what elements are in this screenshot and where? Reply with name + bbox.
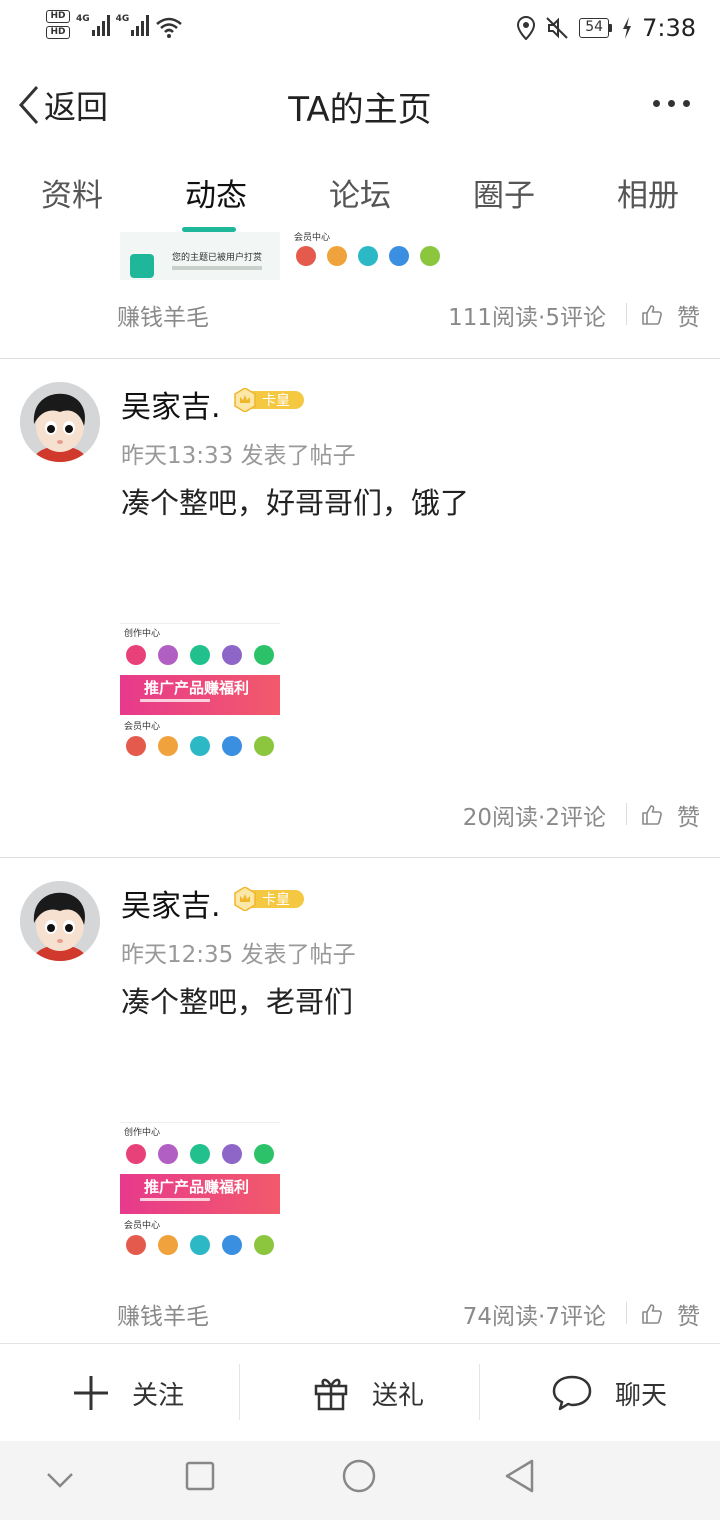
- divider: [626, 803, 627, 825]
- hd-voice-1-icon: HD: [46, 10, 70, 23]
- wifi-icon: [156, 17, 183, 38]
- thumbnail-banner-text: 推广产品赚福利: [144, 679, 250, 697]
- title-bar: 返回 TA的主页: [0, 64, 720, 148]
- dot-icon: [668, 100, 675, 107]
- thumbnail-notice-text: 您的主题已被用户打赏: [172, 253, 263, 263]
- divider: [626, 303, 627, 325]
- thumbnail-section-label: 会员中心: [124, 1221, 161, 1231]
- dot-icon: [683, 100, 690, 107]
- thumbnail-section-label: 创作中心: [124, 629, 161, 639]
- send-gift-button[interactable]: 送礼: [312, 1344, 424, 1442]
- thumbnail-section-label: 创作中心: [124, 1128, 161, 1138]
- back-triangle-icon[interactable]: [504, 1459, 534, 1493]
- charging-icon: [623, 17, 632, 39]
- signal-1-icon: 4G: [76, 14, 110, 36]
- thumbnail-section-label: 会员中心: [124, 722, 161, 732]
- clock: 7:38: [642, 14, 696, 42]
- avatar[interactable]: [20, 881, 100, 961]
- gift-icon: [314, 1378, 348, 1411]
- rank-badge: 卡皇: [234, 886, 306, 912]
- post-meta: 昨天12:35 发表了帖子: [121, 942, 356, 968]
- dot-icon: [653, 100, 660, 107]
- home-circle-icon[interactable]: [342, 1459, 376, 1493]
- tab-activity[interactable]: 动态: [151, 170, 281, 215]
- more-options-button[interactable]: [653, 100, 690, 107]
- system-navigation-bar: [0, 1441, 720, 1520]
- post-tag[interactable]: 赚钱羊毛: [117, 298, 209, 332]
- tab-profile-info[interactable]: 资料: [7, 170, 137, 215]
- divider: [626, 1302, 627, 1324]
- post-image[interactable]: 会员中心: [290, 232, 450, 280]
- thumbs-up-icon: [642, 305, 662, 325]
- like-button[interactable]: 赞: [641, 298, 700, 332]
- like-button[interactable]: 赞: [641, 798, 700, 832]
- post-content[interactable]: 凑个整吧，好哥哥们，饿了: [121, 480, 469, 522]
- rank-badge-label: 卡皇: [262, 393, 290, 409]
- follow-button[interactable]: 关注: [72, 1344, 184, 1442]
- hide-keyboard-chevron-down-icon[interactable]: [46, 1471, 74, 1489]
- profile-tabs: 资料 动态 论坛 圈子 相册: [0, 160, 720, 232]
- recent-apps-square-icon[interactable]: [185, 1461, 215, 1491]
- like-button[interactable]: 赞: [641, 1297, 700, 1331]
- post-divider: [0, 358, 720, 359]
- thumbs-up-icon: [642, 1304, 662, 1324]
- rank-badge-label: 卡皇: [262, 892, 290, 908]
- chat-bubble-icon: [552, 1375, 592, 1411]
- username[interactable]: 吴家吉.: [121, 881, 221, 925]
- avatar[interactable]: [20, 382, 100, 462]
- post-stats: 20阅读·2评论: [462, 805, 606, 831]
- divider: [239, 1364, 240, 1420]
- post-divider: [0, 857, 720, 858]
- thumbnail-banner-text: 推广产品赚福利: [144, 1178, 250, 1196]
- post-tag[interactable]: 赚钱羊毛: [117, 1297, 209, 1331]
- back-label: 返回: [44, 88, 109, 126]
- post-content[interactable]: 凑个整吧，老哥们: [121, 979, 353, 1021]
- divider: [479, 1364, 480, 1420]
- tab-forum[interactable]: 论坛: [295, 170, 425, 215]
- chevron-left-icon: [18, 86, 39, 124]
- plus-icon: [74, 1376, 108, 1410]
- post-stats: 111阅读·5评论: [448, 305, 606, 331]
- location-icon: [517, 16, 536, 40]
- thumbnail-section-label: 会员中心: [294, 233, 331, 243]
- activity-feed[interactable]: 您的主题已被用户打赏 会员中心 赚钱羊毛 111阅读·5评论 赞 吴家吉. 卡皇…: [0, 232, 720, 1342]
- chat-button[interactable]: 聊天: [551, 1344, 667, 1442]
- back-button[interactable]: 返回: [18, 82, 108, 128]
- thumbs-up-icon: [642, 805, 662, 825]
- tab-album[interactable]: 相册: [583, 170, 713, 215]
- signal-2-icon: 4G: [116, 14, 150, 36]
- post-meta: 昨天13:33 发表了帖子: [121, 443, 356, 469]
- hd-voice-2-icon: HD: [46, 26, 70, 39]
- status-bar: HD HD 4G 4G 54 7:38: [0, 0, 720, 58]
- post-image[interactable]: 您的主题已被用户打赏: [120, 232, 280, 280]
- post-stats: 74阅读·7评论: [462, 1304, 606, 1330]
- post-image[interactable]: 创作中心 推广产品赚福利 会员中心: [120, 1111, 280, 1273]
- post-image[interactable]: 创作中心 推广产品赚福利 会员中心: [120, 612, 280, 774]
- tab-circles[interactable]: 圈子: [439, 170, 569, 215]
- rank-badge: 卡皇: [234, 387, 306, 413]
- username[interactable]: 吴家吉.: [121, 382, 221, 426]
- battery-icon: 54: [579, 18, 613, 38]
- profile-action-bar: 关注 送礼 聊天: [0, 1343, 720, 1441]
- mute-icon: [546, 17, 568, 39]
